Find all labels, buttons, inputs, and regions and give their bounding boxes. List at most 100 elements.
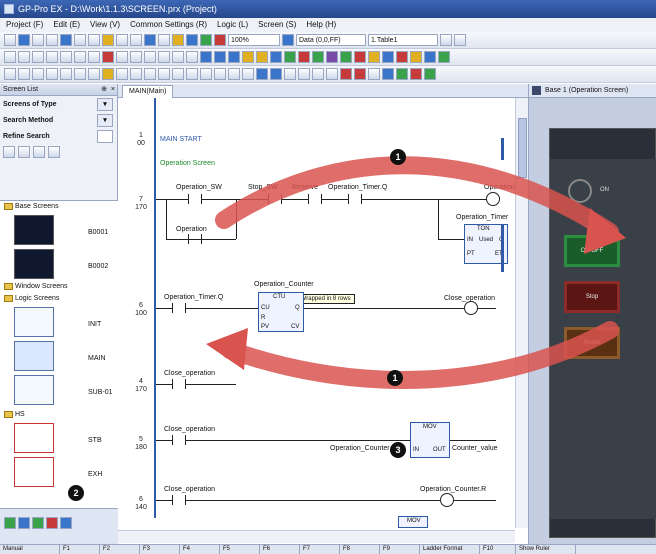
instruction-icon[interactable]	[116, 68, 128, 80]
zoom-select[interactable]: 100%	[228, 34, 280, 46]
logic-thumbnail-main[interactable]	[14, 341, 54, 371]
save-icon[interactable]	[32, 34, 44, 46]
message-icon[interactable]	[368, 51, 380, 63]
detail-view-icon[interactable]	[33, 146, 45, 158]
video-icon[interactable]	[340, 51, 352, 63]
close-icon[interactable]: ×	[111, 84, 115, 96]
hmi-reset-button[interactable]: Reset	[564, 327, 620, 359]
rung-5-contact[interactable]	[172, 435, 186, 445]
rung-3-counter-block[interactable]: CTU CU R PV Q CV	[258, 292, 304, 332]
insert-rung-icon[interactable]	[270, 68, 282, 80]
rung-5-mov-block[interactable]: MOV IN OUT	[410, 422, 450, 458]
delete-rung-icon[interactable]	[256, 68, 268, 80]
menu-edit[interactable]: Edit (E)	[53, 18, 80, 32]
list-view-icon[interactable]	[18, 146, 30, 158]
tree-folder-logic[interactable]: Logic Screens	[4, 295, 59, 302]
ladder-vertical-scrollbar[interactable]	[515, 98, 528, 528]
rung-6-coil[interactable]	[440, 493, 454, 507]
zoom-out-icon[interactable]	[186, 34, 198, 46]
menu-screen[interactable]: Screen (S)	[258, 18, 296, 32]
label-icon[interactable]	[242, 68, 254, 80]
status-f3[interactable]: F3	[140, 545, 180, 554]
align-icon[interactable]	[186, 51, 198, 63]
picture-icon[interactable]	[284, 51, 296, 63]
keypad-icon[interactable]	[312, 51, 324, 63]
menu-view[interactable]: View (V)	[90, 18, 120, 32]
marker-icon[interactable]	[424, 51, 436, 63]
settings-icon[interactable]	[440, 34, 452, 46]
new-icon[interactable]	[4, 34, 16, 46]
delete-screen-icon[interactable]	[48, 146, 60, 158]
refine-search-input[interactable]	[97, 130, 113, 143]
counter-icon[interactable]	[144, 68, 156, 80]
undo-icon[interactable]	[74, 34, 86, 46]
step-icon[interactable]	[368, 68, 380, 80]
arc-icon[interactable]	[88, 51, 100, 63]
watch-icon[interactable]	[382, 68, 394, 80]
rung-3-contact[interactable]	[172, 303, 186, 313]
set-coil-icon[interactable]	[46, 68, 58, 80]
device-select[interactable]: Data (0,0,FF)	[296, 34, 366, 46]
menu-project[interactable]: Project (F)	[6, 18, 43, 32]
screens-of-type-select[interactable]: ▾	[97, 98, 113, 111]
table-icon[interactable]	[130, 51, 142, 63]
compare-icon[interactable]	[172, 68, 184, 80]
hs-thumbnail-stb[interactable]	[14, 423, 54, 453]
address-tab-icon[interactable]	[32, 517, 44, 529]
check-icon[interactable]	[284, 68, 296, 80]
run-icon[interactable]	[354, 68, 366, 80]
copy-icon[interactable]	[116, 34, 128, 46]
thumbnail-view-icon[interactable]	[3, 146, 15, 158]
text-icon[interactable]	[18, 51, 30, 63]
tab-main-logic[interactable]: MAIN(Main)	[122, 85, 174, 98]
status-f7[interactable]: F7	[300, 545, 340, 554]
logic-thumbnail-init[interactable]	[14, 307, 54, 337]
rung-2-coil[interactable]	[486, 192, 500, 206]
parts-icon[interactable]	[396, 51, 408, 63]
rung-1-label[interactable]: MAIN START	[160, 136, 202, 143]
print-icon[interactable]	[46, 34, 58, 46]
monitor-icon[interactable]	[214, 34, 226, 46]
ladder-horizontal-scrollbar[interactable]	[118, 530, 515, 543]
graph-icon[interactable]	[242, 51, 254, 63]
system-tab-icon[interactable]	[46, 517, 58, 529]
hmi-start-button[interactable]: ON/OFF	[564, 235, 620, 267]
coil-icon[interactable]	[32, 68, 44, 80]
tree-folder-window[interactable]: Window Screens	[4, 283, 68, 290]
tree-folder-hs[interactable]: HS	[4, 411, 25, 418]
lamp-icon[interactable]	[214, 51, 226, 63]
status-f4[interactable]: F4	[180, 545, 220, 554]
switch-icon[interactable]	[200, 51, 212, 63]
recipe-icon[interactable]	[298, 51, 310, 63]
contact-a-icon[interactable]	[4, 68, 16, 80]
menu-logic[interactable]: Logic (L)	[217, 18, 248, 32]
sampling-icon[interactable]	[326, 51, 338, 63]
scale-icon[interactable]	[144, 51, 156, 63]
status-f2[interactable]: F2	[100, 545, 140, 554]
data-display-icon[interactable]	[228, 51, 240, 63]
rung-7-mov-block[interactable]: MOV	[398, 516, 428, 528]
screen-thumbnail-b0002[interactable]	[14, 249, 54, 279]
timer-icon[interactable]	[130, 68, 142, 80]
rung-2-contact-3[interactable]	[308, 194, 322, 204]
comment-icon[interactable]	[228, 68, 240, 80]
transfer-icon[interactable]	[60, 34, 72, 46]
contact-b-icon[interactable]	[18, 68, 30, 80]
rung-4-contact[interactable]	[172, 379, 186, 389]
ladder-scroll-thumb[interactable]	[518, 118, 527, 178]
force-off-icon[interactable]	[410, 68, 422, 80]
select-icon[interactable]	[4, 51, 16, 63]
hs-thumbnail-exh[interactable]	[14, 457, 54, 487]
pin-icon[interactable]: ⊕	[101, 84, 107, 96]
return-icon[interactable]	[214, 68, 226, 80]
device-address-icon[interactable]	[438, 51, 450, 63]
status-show-ruler[interactable]: Show Ruler	[516, 545, 576, 554]
online-icon[interactable]	[200, 34, 212, 46]
logic-thumbnail-sub01[interactable]	[14, 375, 54, 405]
rising-edge-icon[interactable]	[74, 68, 86, 80]
rung-3-coil[interactable]	[464, 301, 478, 315]
properties-icon[interactable]	[454, 34, 466, 46]
zoom-in-icon[interactable]	[172, 34, 184, 46]
rung-2-contact-4[interactable]	[348, 194, 362, 204]
script-icon[interactable]	[382, 51, 394, 63]
